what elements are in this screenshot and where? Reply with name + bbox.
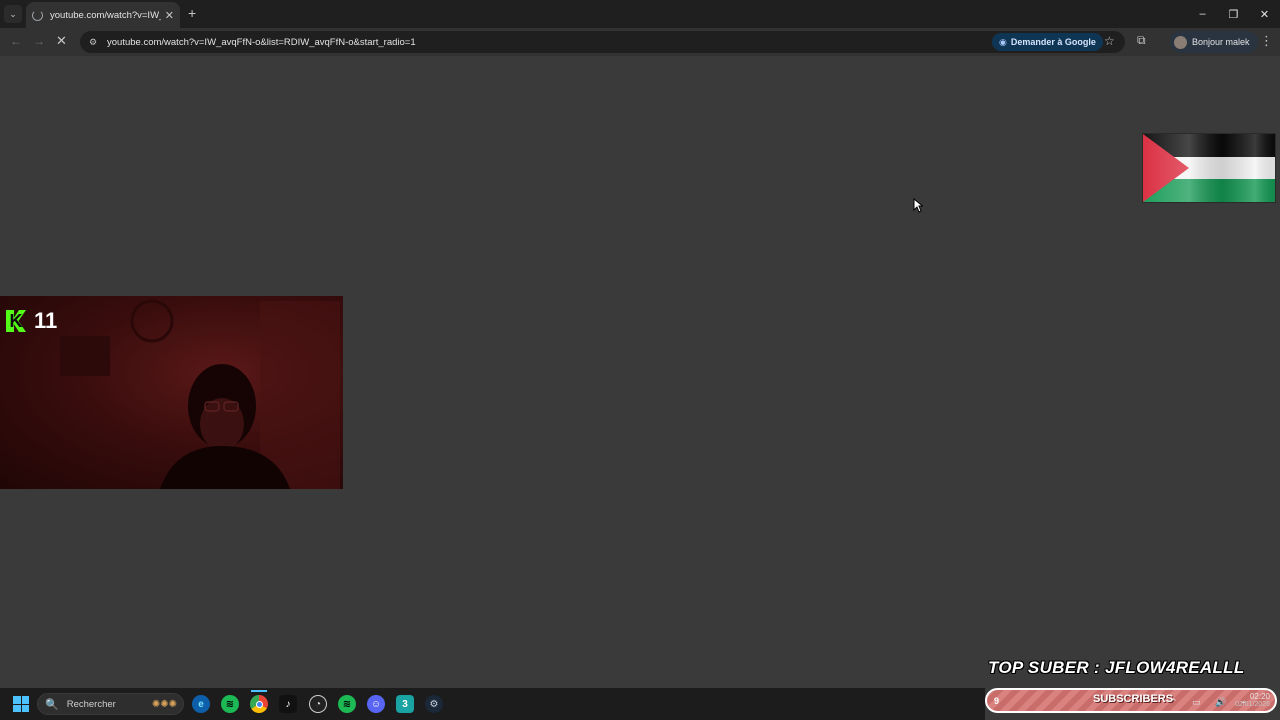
browser-tab-youtube[interactable]: youtube.com/watch?v=IW_avq ✕ (26, 2, 180, 28)
new-tab-button[interactable]: + (188, 5, 196, 21)
chevron-down-icon: ⌄ (9, 8, 17, 19)
restore-button[interactable]: ❐ (1218, 0, 1249, 28)
address-bar[interactable]: ⚙ youtube.com/watch?v=IW_avqFfN-o&list=R… (80, 31, 1125, 53)
discord-icon[interactable]: ☺ (367, 695, 385, 713)
windows-taskbar: 🔍 Rechercher ✺✺✺ e ≋ ♪ ◔ ≋ ☺ 3 ⚙ (0, 688, 985, 720)
forward-button[interactable]: → (33, 34, 45, 48)
chrome-active-indicator (251, 690, 267, 692)
spotify-icon[interactable]: ≋ (221, 695, 239, 713)
search-placeholder: Rechercher (66, 698, 116, 710)
browser-toolbar: ← → ✕ ⚙ youtube.com/watch?v=IW_avqFfN-o&… (0, 28, 1280, 56)
obs-icon[interactable]: ◔ (309, 695, 327, 713)
lens-icon: ◉ (999, 36, 1007, 47)
tab-title: youtube.com/watch?v=IW_avq (50, 9, 161, 21)
avatar (1174, 35, 1187, 49)
minimize-button[interactable]: – (1187, 0, 1218, 28)
subscribers-label: SUBSCRIBERS (1093, 693, 1174, 705)
url-text[interactable]: youtube.com/watch?v=IW_avqFfN-o&list=RDI… (107, 37, 416, 48)
top-subscriber-label: TOP SUBER : JFLOW4REALLL (988, 658, 1245, 677)
taskbar-search[interactable]: 🔍 Rechercher ✺✺✺ (37, 693, 184, 715)
tab-strip: ⌄ youtube.com/watch?v=IW_avq ✕ + – ❐ ✕ (0, 0, 1280, 28)
search-highlight-icon: ✺✺✺ (151, 698, 177, 710)
viewer-badge: K 11 (6, 308, 57, 334)
mouse-cursor-icon (913, 198, 923, 213)
spotify-icon[interactable]: ≋ (338, 695, 356, 713)
app-icon[interactable]: 3 (396, 695, 414, 713)
profile-button[interactable]: Bonjour malek (1170, 31, 1258, 53)
back-button[interactable]: ← (10, 34, 22, 48)
ask-google-button[interactable]: ◉ Demander à Google (992, 33, 1103, 51)
extensions-icon[interactable]: ⧉ (1137, 33, 1146, 48)
subscriber-count: 9 (994, 695, 1000, 706)
tab-close-icon[interactable]: ✕ (165, 9, 174, 22)
flag-graphic (1143, 134, 1275, 202)
loading-spinner-icon (32, 9, 43, 21)
tab-search-button[interactable]: ⌄ (4, 5, 22, 23)
close-window-button[interactable]: ✕ (1249, 0, 1280, 28)
tiktok-icon[interactable]: ♪ (279, 695, 297, 713)
profile-label: Bonjour malek (1192, 37, 1250, 47)
viewer-count: 11 (34, 308, 58, 333)
window-controls: – ❐ ✕ (1187, 0, 1280, 28)
taskbar-clock[interactable]: 02:20 02/01/2026 (1226, 692, 1270, 708)
palestine-flag (1143, 134, 1275, 202)
webcam-feed: K 11 (0, 296, 343, 489)
clock-date: 02/01/2026 (1234, 701, 1270, 708)
search-icon: 🔍 (45, 698, 59, 711)
ask-google-label: Demander à Google (1010, 37, 1096, 47)
clock-time: 02:20 (1249, 692, 1270, 701)
browser-menu-icon[interactable]: ⋮ (1260, 33, 1273, 49)
kick-logo-icon: K (6, 310, 26, 332)
windows-start-icon[interactable] (13, 696, 29, 712)
chrome-icon[interactable] (250, 695, 268, 713)
edge-icon[interactable]: e (192, 695, 210, 713)
stop-loading-button[interactable]: ✕ (56, 33, 67, 49)
bookmark-star-icon[interactable]: ☆ (1104, 34, 1115, 48)
site-info-icon[interactable]: ⚙ (85, 37, 101, 48)
steam-icon[interactable]: ⚙ (425, 695, 443, 713)
